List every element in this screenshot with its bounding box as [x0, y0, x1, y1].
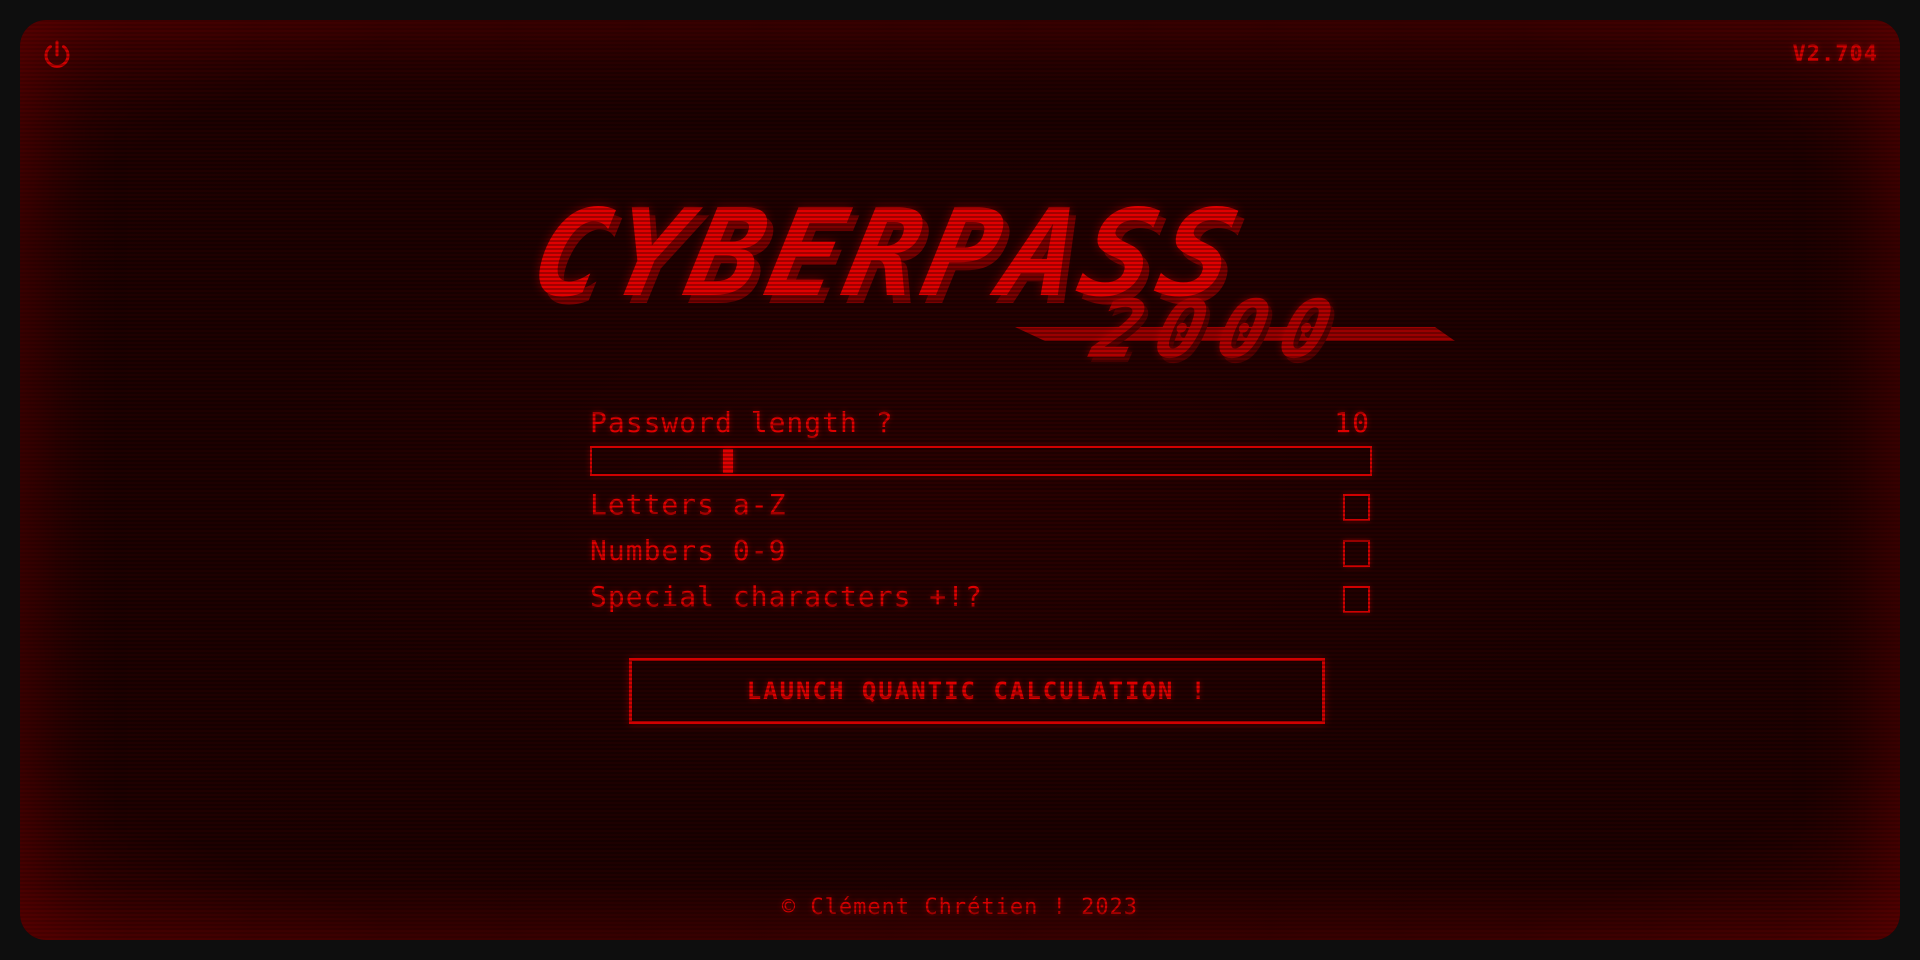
slider-thumb[interactable] [723, 449, 733, 473]
power-icon [44, 40, 70, 68]
option-label: Special characters +!? [590, 580, 983, 613]
option-letters[interactable]: Letters a-Z [590, 488, 1370, 522]
option-special[interactable]: Special characters +!? [590, 580, 1370, 614]
special-checkbox[interactable] [1343, 586, 1370, 613]
option-label: Letters a-Z [590, 488, 787, 521]
launch-button[interactable]: LAUNCH QUANTIC CALCULATION ! [629, 658, 1325, 724]
power-button[interactable] [40, 38, 74, 72]
length-row: Password length ? 10 [590, 406, 1370, 439]
letters-checkbox[interactable] [1343, 494, 1370, 521]
option-numbers[interactable]: Numbers 0-9 [590, 534, 1370, 568]
logo-subtitle: 2000 [1083, 283, 1356, 376]
numbers-checkbox[interactable] [1343, 540, 1370, 567]
length-slider[interactable] [590, 446, 1372, 476]
version-label: V2.704 [1792, 42, 1878, 67]
length-value: 10 [1334, 406, 1370, 439]
password-form: Password length ? 10 Letters a-Z Numbers… [590, 406, 1372, 614]
crt-screen: V2.704 CYBERPASS 2000 Password length ? … [20, 20, 1900, 940]
app-logo: CYBERPASS 2000 [515, 185, 1475, 385]
length-label: Password length ? [590, 406, 894, 439]
option-label: Numbers 0-9 [590, 534, 787, 567]
footer-credit: © Clément Chrétien ! 2023 [781, 895, 1139, 920]
